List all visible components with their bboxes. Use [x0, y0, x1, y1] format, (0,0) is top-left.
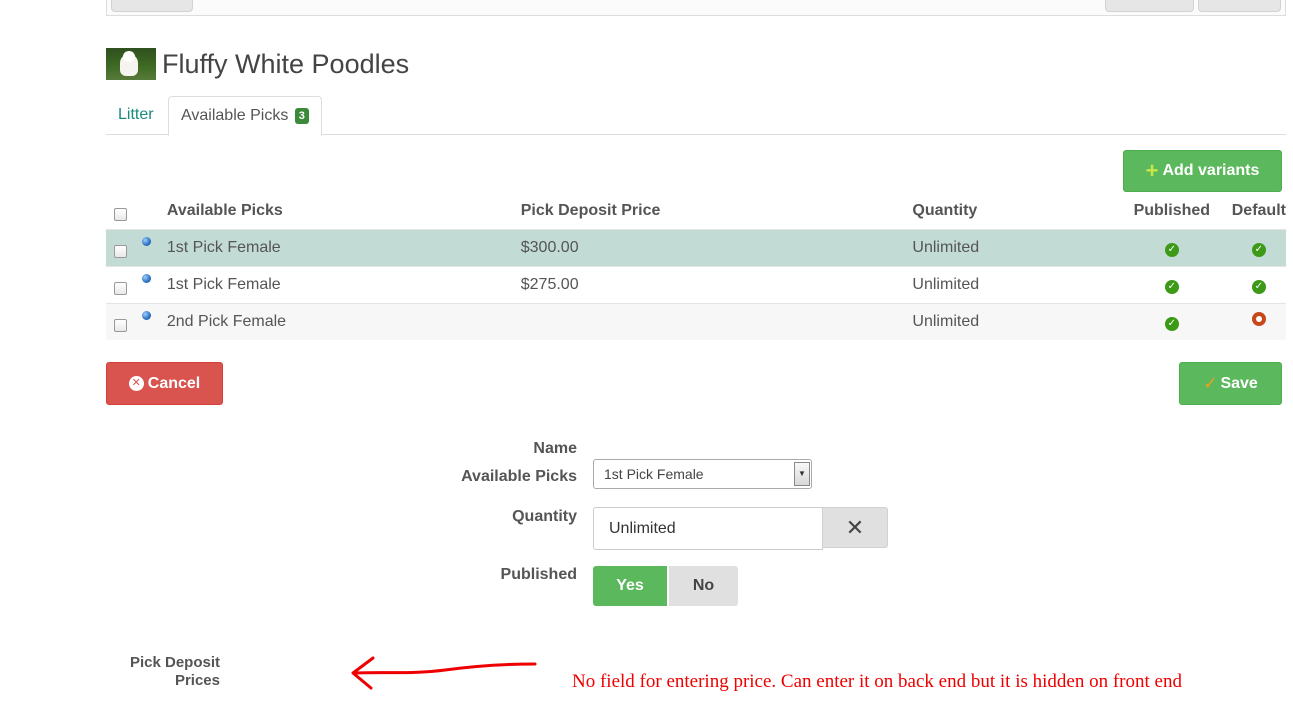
not-default-icon[interactable]: [1251, 312, 1266, 327]
picks-table: Available Picks Pick Deposit Price Quant…: [106, 193, 1286, 340]
published-check-icon[interactable]: ✓: [1164, 279, 1179, 294]
row-checkbox[interactable]: [114, 244, 127, 258]
default-check-icon[interactable]: ✓: [1251, 279, 1266, 294]
toolbar-button-right[interactable]: [1198, 0, 1281, 12]
cancel-icon: ✕: [128, 376, 144, 391]
quantity-input[interactable]: Unlimited: [593, 507, 823, 550]
pick-quantity: Unlimited: [912, 302, 1112, 340]
toolbar-button-apply[interactable]: [1105, 0, 1194, 12]
tab-bar: Litter Available Picks 3: [106, 96, 1286, 136]
published-label: Published: [500, 566, 577, 583]
table-header-row: Available Picks Pick Deposit Price Quant…: [106, 193, 1286, 229]
available-picks-select[interactable]: 1st Pick Female ▼: [593, 459, 812, 489]
pick-name[interactable]: 2nd Pick Female: [166, 302, 521, 340]
column-header-default[interactable]: Default: [1232, 193, 1286, 229]
litter-thumbnail: [106, 48, 156, 80]
top-toolbar: [106, 0, 1286, 16]
table-row[interactable]: 1st Pick Female $300.00 Unlimited ✓ ✓: [106, 228, 1286, 266]
clear-quantity-button[interactable]: ✕: [822, 507, 888, 548]
pick-quantity: Unlimited: [912, 265, 1112, 303]
add-variants-button[interactable]: + Add variants: [1123, 150, 1282, 192]
tab-litter[interactable]: Litter: [106, 96, 166, 135]
edit-dot-icon[interactable]: [141, 273, 151, 283]
plus-icon: +: [1145, 158, 1159, 183]
column-header-quantity[interactable]: Quantity: [912, 193, 1111, 229]
annotation-arrow-icon: [351, 656, 537, 690]
select-all-checkbox[interactable]: [114, 208, 127, 222]
column-header-price[interactable]: Pick Deposit Price: [521, 193, 913, 229]
published-yes-button[interactable]: Yes: [593, 566, 667, 606]
pick-name[interactable]: 1st Pick Female: [166, 228, 521, 266]
cancel-label: Cancel: [147, 374, 201, 392]
pick-deposit-prices-line2: Prices: [174, 672, 220, 689]
column-header-name[interactable]: Available Picks: [167, 193, 521, 229]
table-row[interactable]: 2nd Pick Female Unlimited ✓: [106, 302, 1286, 340]
default-check-icon[interactable]: ✓: [1251, 242, 1266, 257]
published-check-icon[interactable]: ✓: [1164, 316, 1179, 331]
toolbar-button-left[interactable]: [111, 0, 193, 12]
tab-available-picks[interactable]: Available Picks 3: [168, 96, 322, 136]
tab-available-picks-label: Available Picks: [181, 107, 289, 124]
edit-dot-icon[interactable]: [141, 236, 151, 246]
row-checkbox[interactable]: [114, 281, 127, 295]
save-label: Save: [1220, 374, 1258, 392]
pick-name[interactable]: 1st Pick Female: [166, 265, 521, 303]
pick-price: [520, 302, 913, 340]
picks-count-badge: 3: [294, 108, 309, 124]
annotation-note: No field for entering price. Can enter i…: [572, 671, 1182, 692]
name-label: Name: [533, 440, 577, 457]
pick-quantity: Unlimited: [912, 228, 1112, 266]
dropdown-arrow-icon[interactable]: ▼: [794, 462, 810, 486]
pick-deposit-prices-label: Pick Deposit Prices: [100, 654, 220, 690]
save-button[interactable]: ✓ Save: [1179, 362, 1282, 405]
available-picks-label: Available Picks: [461, 468, 577, 485]
quantity-label: Quantity: [512, 508, 577, 525]
page-header: Fluffy White Poodles: [106, 46, 409, 82]
published-check-icon[interactable]: ✓: [1164, 242, 1179, 257]
pick-deposit-prices-line1: Pick Deposit: [129, 654, 220, 671]
row-checkbox[interactable]: [114, 319, 127, 333]
available-picks-value: 1st Pick Female: [604, 466, 704, 482]
pick-price: $300.00: [520, 228, 913, 266]
check-icon: ✓: [1203, 373, 1218, 393]
published-no-button[interactable]: No: [669, 566, 738, 606]
poodle-head: [123, 51, 135, 62]
pick-price: $275.00: [520, 265, 913, 303]
table-row[interactable]: 1st Pick Female $275.00 Unlimited ✓ ✓: [106, 265, 1286, 303]
add-variants-label: Add variants: [1162, 162, 1260, 179]
column-header-published[interactable]: Published: [1112, 193, 1232, 229]
page-title: Fluffy White Poodles: [162, 48, 410, 79]
cancel-button[interactable]: ✕ Cancel: [106, 362, 223, 405]
edit-dot-icon[interactable]: [141, 311, 151, 321]
